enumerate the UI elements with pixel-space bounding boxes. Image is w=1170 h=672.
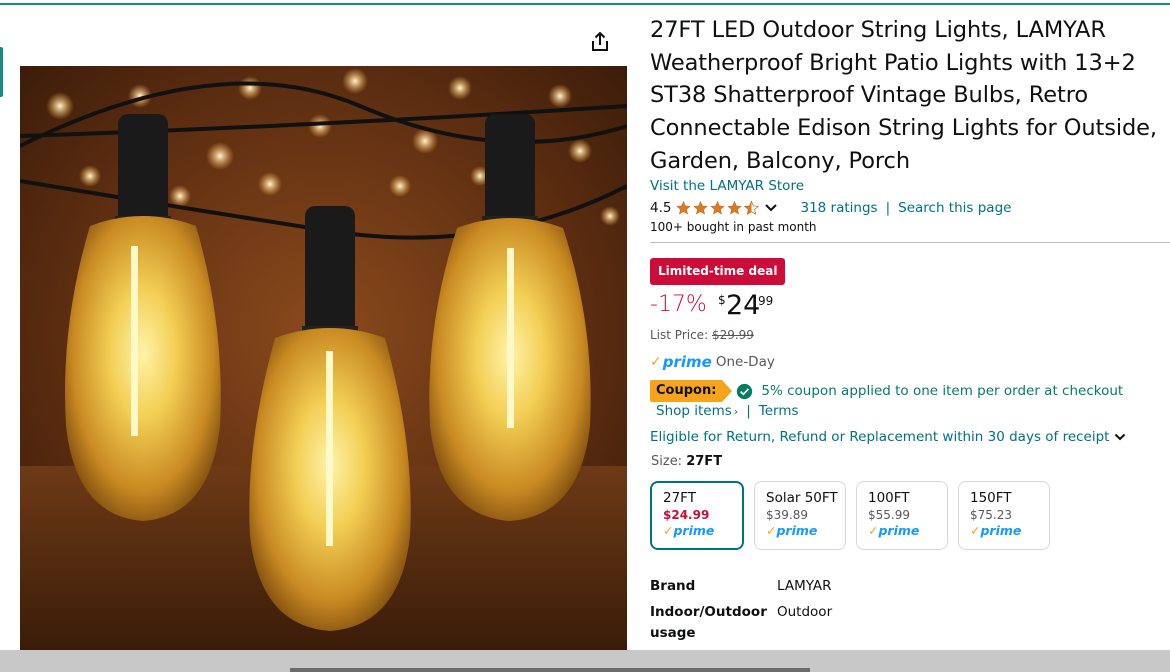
- spec-value-usage: Outdoor: [777, 604, 833, 620]
- coupon-text: 5% coupon applied to one item per order …: [761, 383, 1124, 399]
- rating-value: 4.5: [650, 200, 672, 216]
- spec-value-brand: LAMYAR: [777, 578, 832, 594]
- star-rating[interactable]: [675, 200, 760, 216]
- size-option-150ft[interactable]: 150FT $75.23 ✓prime: [958, 481, 1050, 550]
- size-label-text: Size:: [651, 454, 683, 469]
- star-half-icon: [744, 200, 760, 215]
- product-main-image[interactable]: [20, 66, 627, 650]
- chevron-down-icon: [1115, 433, 1126, 440]
- size-option-100ft[interactable]: 100FT $55.99 ✓prime: [856, 481, 948, 550]
- size-selected-value: 27FT: [686, 454, 723, 469]
- check-circle-icon: [737, 383, 753, 399]
- coupon-tag: Coupon:: [650, 380, 733, 402]
- price-currency: $: [718, 293, 726, 307]
- share-icon: [592, 32, 608, 51]
- list-price-label: List Price:: [650, 328, 709, 342]
- size-option-name: 100FT: [868, 490, 910, 506]
- size-option-name: Solar 50FT: [766, 490, 838, 506]
- horizontal-scrollbar[interactable]: [0, 650, 1170, 672]
- size-option-name: 150FT: [970, 490, 1012, 506]
- size-option-price: $24.99: [663, 508, 710, 522]
- separator: |: [885, 200, 891, 216]
- coupon-row: Coupon: 5% coupon applied to one item pe…: [650, 380, 1123, 402]
- top-border: [0, 3, 1170, 5]
- coupon-links: Shop items › | Terms: [656, 403, 799, 419]
- star-icon: [676, 200, 692, 215]
- size-option-solar-50ft[interactable]: Solar 50FT $39.89 ✓prime: [754, 481, 846, 550]
- chevron-right-icon: ›: [733, 404, 739, 418]
- spec-key-usage: Indoor/Outdoor usage: [650, 604, 767, 641]
- product-title: 27FT LED Outdoor String Lights, LAMYAR W…: [650, 17, 1157, 174]
- list-price-value: $29.99: [711, 328, 754, 342]
- shop-items-link[interactable]: Shop items: [656, 403, 732, 419]
- list-price: List Price: $29.99: [650, 328, 754, 342]
- prime-logo: prime: [662, 353, 712, 371]
- size-option-27ft[interactable]: 27FT $24.99 ✓prime: [650, 481, 744, 550]
- size-option-price: $39.89: [766, 508, 808, 522]
- discount-percent: -17%: [650, 292, 707, 317]
- prime-check-icon: ✓: [650, 354, 662, 370]
- size-label: Size: 27FT: [651, 454, 722, 469]
- search-page-link[interactable]: Search this page: [898, 200, 1011, 216]
- prime-badge-row: ✓ prime One-Day: [650, 352, 775, 372]
- return-policy-text: Eligible for Return, Refund or Replaceme…: [650, 429, 1110, 445]
- prime-logo: ✓prime: [970, 523, 1022, 538]
- separator: |: [746, 403, 751, 419]
- rating-row: 4.5 318 ratings | Search this page: [650, 198, 1011, 218]
- prime-logo: ✓prime: [663, 523, 715, 538]
- bought-in-past-month: 100+ bought in past month: [650, 220, 817, 234]
- terms-link[interactable]: Terms: [759, 403, 799, 419]
- star-icon: [693, 200, 709, 215]
- left-edge-tab[interactable]: [0, 47, 3, 97]
- price-whole: 24: [726, 290, 761, 321]
- store-link[interactable]: Visit the LAMYAR Store: [650, 178, 804, 194]
- ratings-count-link[interactable]: 318 ratings: [800, 200, 877, 216]
- prime-logo: ✓prime: [766, 523, 818, 538]
- share-button[interactable]: [588, 30, 612, 54]
- limited-time-deal-badge: Limited-time deal: [650, 258, 786, 285]
- size-option-price: $75.23: [970, 508, 1012, 522]
- size-option-price: $55.99: [868, 508, 910, 522]
- scrollbar-thumb[interactable]: [290, 668, 810, 672]
- prime-logo: ✓prime: [868, 523, 920, 538]
- price-fraction: 99: [758, 294, 774, 308]
- return-policy-link[interactable]: Eligible for Return, Refund or Replaceme…: [650, 429, 1126, 445]
- one-day-label: One-Day: [715, 354, 775, 370]
- star-icon: [727, 200, 743, 215]
- divider: [650, 242, 1170, 243]
- size-option-name: 27FT: [663, 490, 696, 506]
- chevron-down-icon[interactable]: [764, 203, 778, 213]
- spec-key-brand: Brand: [650, 578, 696, 594]
- star-icon: [710, 200, 726, 215]
